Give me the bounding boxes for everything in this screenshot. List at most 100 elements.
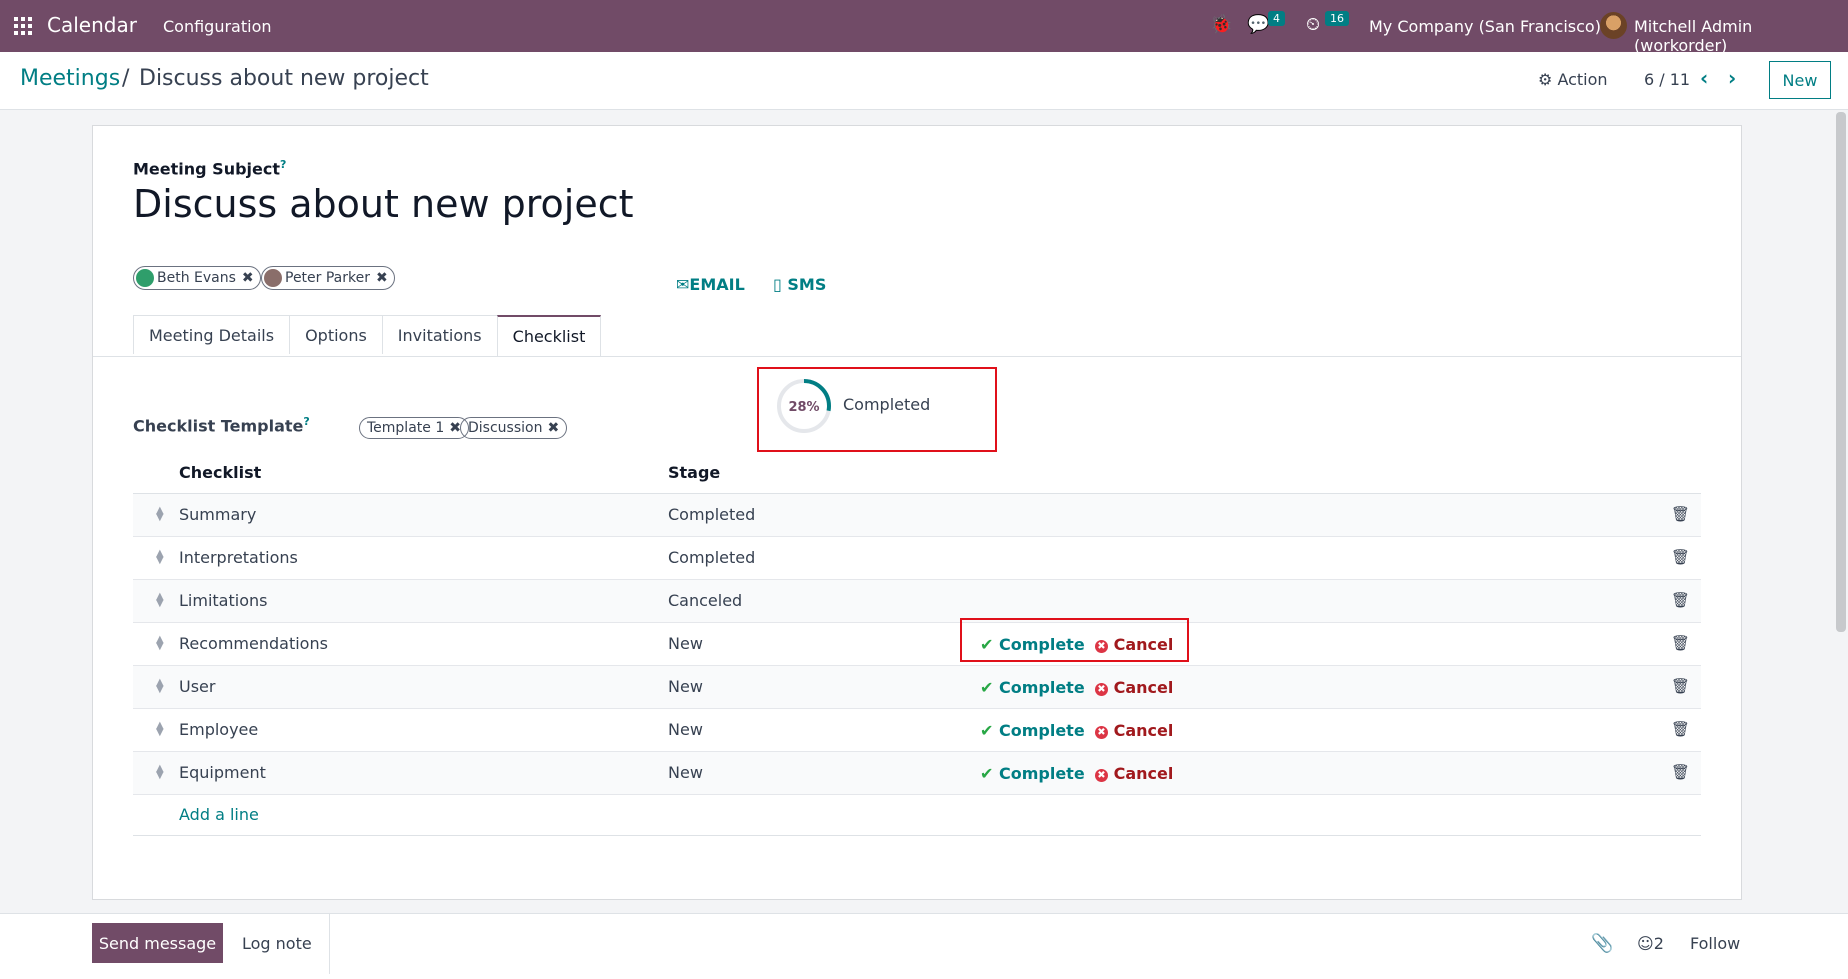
checklist-progress: 28% Completed	[757, 367, 997, 452]
trash-icon[interactable]: 🗑	[1671, 677, 1690, 695]
attendee-tag: Peter Parker ✖	[261, 266, 395, 290]
table-row[interactable]: ▲ ▼ Limitations Canceled 🗑	[133, 580, 1701, 623]
drag-handle-icon[interactable]: ▲ ▼	[156, 635, 164, 652]
complete-label: Complete	[998, 721, 1085, 740]
drag-handle-icon[interactable]: ▲ ▼	[156, 721, 164, 738]
cancel-label: Cancel	[1113, 721, 1174, 740]
meeting-subject-field[interactable]: Discuss about new project	[133, 182, 634, 226]
checklist-name[interactable]: User	[179, 677, 215, 696]
follow-button[interactable]: Follow	[1690, 934, 1740, 953]
cancel-label: Cancel	[1113, 764, 1174, 783]
complete-button[interactable]: ✔ Complete	[980, 678, 1085, 697]
followers-button[interactable]: ☺2	[1637, 934, 1664, 953]
column-checklist[interactable]: Checklist	[179, 463, 261, 482]
email-button[interactable]: ✉EMAIL	[676, 275, 745, 294]
help-tooltip-icon[interactable]: ?	[280, 158, 286, 171]
messages-icon[interactable]: 💬	[1247, 14, 1269, 35]
trash-icon[interactable]: 🗑	[1671, 505, 1690, 523]
pager-value[interactable]: 6 / 11	[1644, 70, 1690, 89]
checklist-stage: New	[668, 763, 703, 782]
checklist-stage: New	[668, 720, 703, 739]
paperclip-icon[interactable]: 📎	[1591, 933, 1613, 954]
progress-percent: 28%	[788, 400, 819, 415]
user-menu[interactable]: Mitchell Admin (workorder)	[1634, 17, 1848, 55]
add-line-link[interactable]: Add a line	[179, 805, 259, 824]
breadcrumb-meetings[interactable]: Meetings	[20, 66, 120, 91]
app-name[interactable]: Calendar	[47, 13, 137, 37]
company-switcher[interactable]: My Company (San Francisco)	[1369, 17, 1601, 36]
trash-icon[interactable]: 🗑	[1671, 720, 1690, 738]
drag-handle-icon[interactable]: ▲ ▼	[156, 506, 164, 523]
drag-handle-icon[interactable]: ▲ ▼	[156, 764, 164, 781]
activities-clock-icon[interactable]: ⏲	[1306, 14, 1320, 35]
log-note-button[interactable]: Log note	[242, 934, 312, 953]
complete-label: Complete	[998, 764, 1085, 783]
action-button[interactable]: ⚙ Action	[1538, 70, 1608, 89]
pager-previous-icon[interactable]: ‹	[1700, 66, 1708, 90]
cancel-label: Cancel	[1113, 678, 1174, 697]
cancel-button[interactable]: ✖ Cancel	[1095, 721, 1173, 740]
user-avatar[interactable]	[1600, 12, 1627, 39]
table-row[interactable]: ▲ ▼ User New ✔ Complete ✖ Cancel 🗑	[133, 666, 1701, 709]
bug-icon[interactable]: 🐞	[1210, 14, 1232, 35]
trash-icon[interactable]: 🗑	[1671, 634, 1690, 652]
help-tooltip-icon[interactable]: ?	[303, 415, 309, 428]
remove-tag-icon[interactable]: ✖	[242, 270, 254, 286]
new-button[interactable]: New	[1769, 61, 1831, 99]
cancel-circle-icon: ✖	[1095, 726, 1108, 739]
trash-icon[interactable]: 🗑	[1671, 591, 1690, 609]
checklist-name[interactable]: Recommendations	[179, 634, 328, 653]
cancel-button[interactable]: ✖ Cancel	[1095, 764, 1173, 783]
cancel-circle-icon: ✖	[1095, 683, 1108, 696]
send-message-button[interactable]: Send message	[92, 923, 223, 963]
tab-meeting-details[interactable]: Meeting Details	[133, 315, 291, 354]
tab-invitations[interactable]: Invitations	[381, 315, 498, 354]
activities-badge: 16	[1325, 11, 1349, 26]
attendee-avatar	[136, 269, 154, 287]
checklist-name[interactable]: Summary	[179, 505, 256, 524]
complete-button[interactable]: ✔ Complete	[980, 764, 1085, 783]
tab-options[interactable]: Options	[289, 315, 383, 354]
cancel-circle-icon: ✖	[1095, 769, 1108, 782]
menu-configuration[interactable]: Configuration	[163, 17, 272, 36]
checklist-name[interactable]: Interpretations	[179, 548, 298, 567]
table-row[interactable]: ▲ ▼ Summary Completed 🗑	[133, 494, 1701, 537]
page-scrollbar[interactable]	[1836, 112, 1846, 632]
drag-handle-icon[interactable]: ▲ ▼	[156, 549, 164, 566]
complete-button[interactable]: ✔ Complete	[980, 721, 1085, 740]
add-line-row: Add a line	[133, 795, 1701, 836]
attendee-tag: Beth Evans ✖	[133, 266, 261, 290]
checklist-name[interactable]: Employee	[179, 720, 258, 739]
column-stage[interactable]: Stage	[668, 463, 720, 482]
chatter-divider	[329, 914, 330, 974]
checklist-stage: Completed	[668, 505, 756, 524]
drag-handle-icon[interactable]: ▲ ▼	[156, 678, 164, 695]
cancel-button[interactable]: ✖ Cancel	[1095, 678, 1173, 697]
breadcrumb-current: Discuss about new project	[139, 66, 429, 91]
table-header: Checklist Stage	[133, 453, 1701, 494]
table-row[interactable]: ▲ ▼ Interpretations Completed 🗑	[133, 537, 1701, 580]
trash-icon[interactable]: 🗑	[1671, 548, 1690, 566]
checklist-template-label: Checklist Template?	[133, 415, 310, 435]
attendee-avatar	[264, 269, 282, 287]
sms-button[interactable]: ▯ SMS	[773, 275, 826, 294]
remove-tag-icon[interactable]: ✖	[547, 420, 559, 436]
checklist-table: Checklist Stage ▲ ▼ Summary Completed 🗑 ▲…	[133, 453, 1701, 836]
checklist-name[interactable]: Equipment	[179, 763, 266, 782]
trash-icon[interactable]: 🗑	[1671, 763, 1690, 781]
table-row[interactable]: ▲ ▼ Employee New ✔ Complete ✖ Cancel 🗑	[133, 709, 1701, 752]
table-row[interactable]: ▲ ▼ Equipment New ✔ Complete ✖ Cancel 🗑	[133, 752, 1701, 795]
table-row[interactable]: ▲ ▼ Recommendations New ✔ Complete ✖ Canc…	[133, 623, 1701, 666]
remove-tag-icon[interactable]: ✖	[376, 270, 388, 286]
template-tag: Discussion ✖	[460, 417, 568, 439]
checklist-name[interactable]: Limitations	[179, 591, 267, 610]
action-label: Action	[1557, 70, 1608, 89]
progress-status: Completed	[843, 395, 931, 414]
tabs-divider	[93, 356, 1741, 357]
tab-checklist[interactable]: Checklist	[496, 315, 602, 356]
template-tag-label: Discussion	[468, 420, 543, 436]
notebook-tabs: Meeting Details Options Invitations Chec…	[133, 315, 602, 356]
drag-handle-icon[interactable]: ▲ ▼	[156, 592, 164, 609]
pager-next-icon[interactable]: ›	[1728, 66, 1736, 90]
apps-menu-icon[interactable]	[14, 17, 32, 35]
